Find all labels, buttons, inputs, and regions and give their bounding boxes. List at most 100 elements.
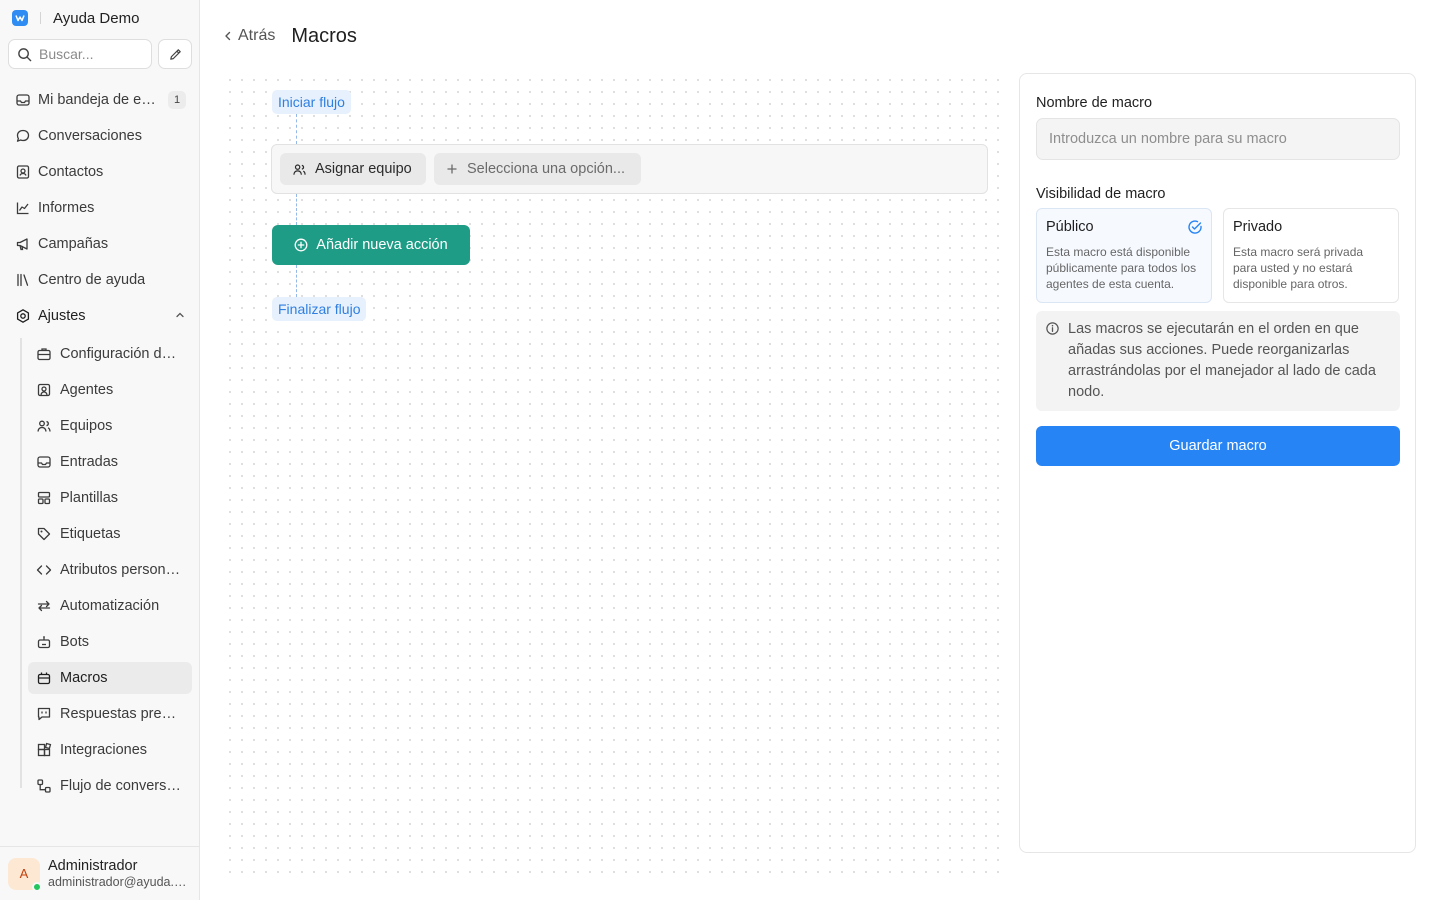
sidebar-item-conversation-flow[interactable]: Flujo de conversación xyxy=(28,770,192,802)
visibility-option-private[interactable]: Privado Esta macro será privada para ust… xyxy=(1223,208,1399,303)
sidebar-item-label: Etiquetas xyxy=(60,526,121,542)
main-nav: Mi bandeja de entrada 1 Conversaciones C… xyxy=(8,84,192,336)
search-icon xyxy=(17,47,32,62)
search-box[interactable] xyxy=(8,39,152,69)
flow-end-node: Finalizar flujo xyxy=(272,297,367,321)
back-button[interactable]: Atrás xyxy=(222,27,275,45)
sidebar-item-inbox[interactable]: Mi bandeja de entrada 1 xyxy=(8,84,192,116)
sidebar-item-contacts[interactable]: Contactos xyxy=(8,156,192,188)
chevron-left-icon xyxy=(222,30,238,42)
subnav-guide-line xyxy=(20,338,22,788)
flow-connector xyxy=(296,194,297,225)
macro-settings-panel: Nombre de macro Visibilidad de macro Púb… xyxy=(1019,73,1416,853)
user-profile[interactable]: A Administrador administrador@ayuda.demo xyxy=(0,846,199,900)
sidebar-item-label: Integraciones xyxy=(60,742,148,758)
macro-icon xyxy=(35,669,53,687)
team-icon xyxy=(292,162,315,177)
settings-subnav: Configuración de la cuenta Agentes Equip… xyxy=(20,338,192,806)
back-label: Atrás xyxy=(238,27,276,44)
bot-icon xyxy=(35,633,53,651)
add-action-label: Añadir nueva acción xyxy=(316,237,448,253)
check-circle-icon xyxy=(1187,219,1203,235)
sidebar-item-agents[interactable]: Agentes xyxy=(28,374,192,406)
flow-start-node: Iniciar flujo xyxy=(272,90,351,114)
user-name: Administrador xyxy=(48,857,138,874)
visibility-option-title: Público xyxy=(1046,219,1094,235)
line-chart-icon xyxy=(14,199,32,217)
visibility-label: Visibilidad de macro xyxy=(1036,186,1166,202)
page-header: Atrás Macros xyxy=(222,22,357,50)
plus-icon xyxy=(446,163,467,175)
template-icon xyxy=(35,489,53,507)
save-macro-button[interactable]: Guardar macro xyxy=(1036,426,1400,466)
action-value-select[interactable]: Selecciona una opción... xyxy=(434,153,641,185)
info-note: Las macros se ejecutarán en el orden en … xyxy=(1036,311,1400,411)
sidebar-item-automation[interactable]: Automatización xyxy=(28,590,192,622)
sidebar-item-label: Respuestas predefinidas xyxy=(60,706,182,722)
app-logo-icon xyxy=(12,10,28,26)
app-name: Ayuda Demo xyxy=(53,9,140,27)
sidebar-item-account-settings[interactable]: Configuración de la cuenta xyxy=(28,338,192,370)
inbox-icon xyxy=(14,91,32,109)
sidebar-item-label: Contactos xyxy=(38,164,104,180)
visibility-option-public[interactable]: Público Esta macro está disponible públi… xyxy=(1036,208,1212,303)
sidebar-item-label: Bots xyxy=(60,634,90,650)
sidebar: Ayuda Demo Mi bandeja de entrada 1 Conve… xyxy=(0,0,200,900)
plus-circle-icon xyxy=(294,238,316,252)
library-icon xyxy=(14,271,32,289)
avatar: A xyxy=(8,857,42,892)
brand: Ayuda Demo xyxy=(12,9,139,27)
tag-icon xyxy=(35,525,53,543)
sidebar-item-campaigns[interactable]: Campañas xyxy=(8,228,192,260)
search-input[interactable] xyxy=(39,46,139,62)
sidebar-item-canned-responses[interactable]: Respuestas predefinidas xyxy=(28,698,192,730)
visibility-option-description: Esta macro será privada para usted y no … xyxy=(1233,245,1364,291)
sidebar-item-bots[interactable]: Bots xyxy=(28,626,192,658)
sidebar-item-custom-attributes[interactable]: Atributos personalizados xyxy=(28,554,192,586)
sidebar-item-macros[interactable]: Macros xyxy=(28,662,192,694)
inbox-icon xyxy=(35,453,53,471)
flow-icon xyxy=(35,777,53,795)
sidebar-item-label: Entradas xyxy=(60,454,119,470)
macro-flow-canvas: Iniciar flujo Asignar equipo Selecciona … xyxy=(224,74,1004,874)
team-icon xyxy=(35,417,53,435)
action-node[interactable]: Asignar equipo Selecciona una opción... xyxy=(271,144,988,194)
sidebar-item-templates[interactable]: Plantillas xyxy=(28,482,192,514)
add-action-button[interactable]: Añadir nueva acción xyxy=(272,225,470,265)
compose-button[interactable] xyxy=(158,39,192,69)
sidebar-item-label: Conversaciones xyxy=(38,128,142,144)
chevron-up-icon xyxy=(174,309,186,321)
sidebar-item-settings[interactable]: Ajustes xyxy=(8,300,192,332)
visibility-option-title: Privado xyxy=(1233,219,1283,235)
contact-card-icon xyxy=(14,163,32,181)
sidebar-item-inboxes[interactable]: Entradas xyxy=(28,446,192,478)
sidebar-item-label: Mi bandeja de entrada xyxy=(38,92,158,108)
sidebar-item-help-center[interactable]: Centro de ayuda xyxy=(8,264,192,296)
sidebar-item-label: Plantillas xyxy=(60,490,119,506)
agent-icon xyxy=(35,381,53,399)
sidebar-item-label: Informes xyxy=(38,200,95,216)
flow-connector xyxy=(296,265,297,297)
flow-connector xyxy=(296,114,297,144)
sidebar-item-label: Automatización xyxy=(60,598,160,614)
sidebar-item-labels[interactable]: Etiquetas xyxy=(28,518,192,550)
macro-name-input[interactable] xyxy=(1036,118,1400,160)
sidebar-item-reports[interactable]: Informes xyxy=(8,192,192,224)
user-email: administrador@ayuda.demo xyxy=(48,874,193,889)
brand-divider xyxy=(40,12,41,24)
sidebar-item-label: Equipos xyxy=(60,418,113,434)
sidebar-item-conversations[interactable]: Conversaciones xyxy=(8,120,192,152)
sidebar-item-label: Agentes xyxy=(60,382,114,398)
sidebar-item-label: Centro de ayuda xyxy=(38,272,146,288)
integrations-icon xyxy=(35,741,53,759)
sidebar-item-integrations[interactable]: Integraciones xyxy=(28,734,192,766)
action-type-button[interactable]: Asignar equipo xyxy=(280,153,426,185)
unread-count-badge: 1 xyxy=(168,91,186,109)
visibility-option-description: Esta macro está disponible públicamente … xyxy=(1046,245,1197,291)
macro-name-label: Nombre de macro xyxy=(1036,95,1153,111)
info-icon xyxy=(1045,321,1060,336)
user-info: Administrador administrador@ayuda.demo xyxy=(48,858,193,890)
sidebar-item-teams[interactable]: Equipos xyxy=(28,410,192,442)
canned-response-icon xyxy=(35,705,53,723)
sidebar-item-label: Ajustes xyxy=(38,308,86,324)
